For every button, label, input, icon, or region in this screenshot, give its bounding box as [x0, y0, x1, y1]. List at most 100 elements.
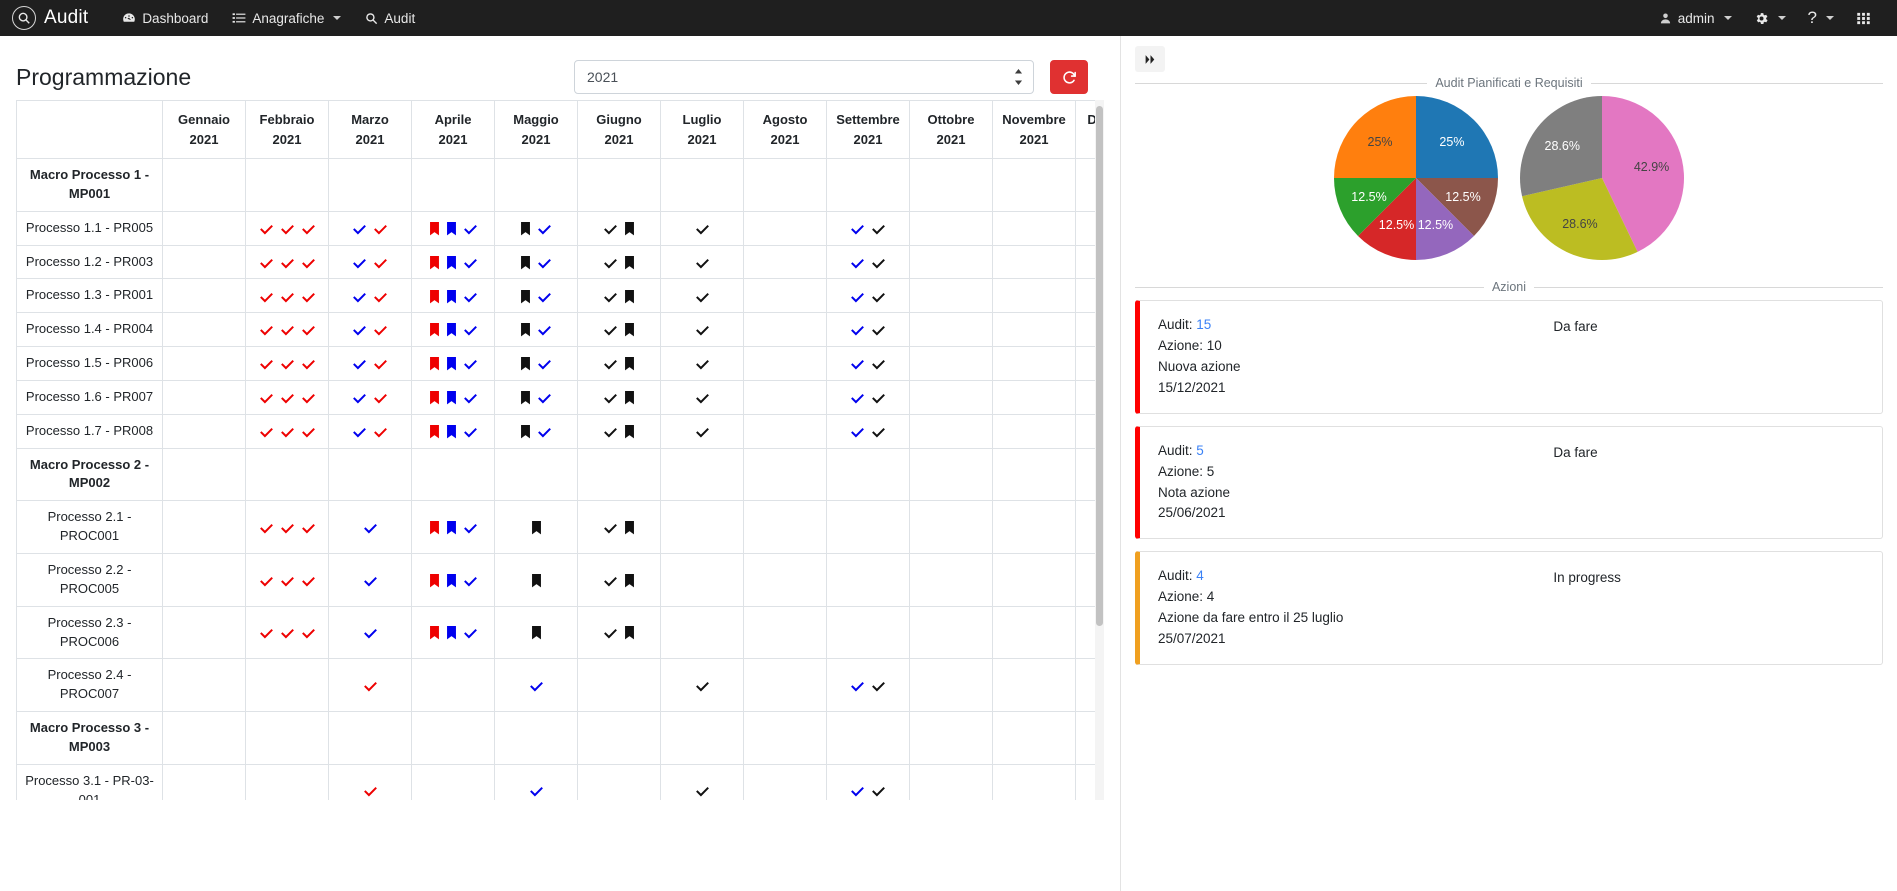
schedule-cell[interactable] [992, 500, 1076, 554]
schedule-cell[interactable] [245, 413, 329, 449]
check-icon[interactable] [301, 521, 316, 535]
schedule-cell[interactable] [992, 244, 1076, 280]
bookmark-icon[interactable] [520, 289, 531, 304]
nav-apps-menu[interactable] [1846, 5, 1881, 32]
check-icon[interactable] [850, 256, 865, 270]
schedule-cell[interactable] [826, 711, 910, 765]
schedule-cell[interactable] [411, 210, 495, 246]
bookmark-icon[interactable] [520, 357, 531, 371]
check-icon[interactable] [280, 323, 295, 337]
bookmark-icon[interactable] [624, 221, 635, 236]
check-icon[interactable] [352, 391, 367, 405]
schedule-cell[interactable] [328, 605, 412, 660]
table-row[interactable]: Processo 1.3 - PR001 [16, 278, 1104, 314]
check-icon[interactable] [537, 425, 552, 439]
schedule-cell[interactable] [494, 244, 578, 280]
check-icon[interactable] [537, 290, 552, 304]
check-icon[interactable] [301, 626, 316, 640]
schedule-cell[interactable] [660, 413, 744, 449]
check-icon[interactable] [363, 784, 378, 798]
bookmark-icon[interactable] [624, 289, 635, 304]
schedule-cell[interactable] [245, 658, 329, 713]
check-icon[interactable] [363, 521, 378, 535]
schedule-cell[interactable] [743, 158, 827, 212]
brand[interactable]: Audit [12, 6, 88, 30]
check-icon[interactable] [373, 425, 388, 439]
schedule-cell[interactable] [660, 500, 744, 554]
action-card[interactable]: Audit: 4 Azione: 4 Azione da fare entro il… [1135, 551, 1883, 666]
schedule-cell[interactable] [411, 244, 495, 280]
bookmark-icon[interactable] [429, 323, 440, 337]
table-row[interactable]: Processo 2.1 - PROC001 [16, 500, 1104, 554]
schedule-cell[interactable] [909, 312, 993, 348]
schedule-cell[interactable] [162, 658, 246, 713]
check-icon[interactable] [871, 222, 886, 236]
schedule-cell[interactable] [245, 500, 329, 554]
schedule-cell[interactable] [826, 379, 910, 415]
table-row[interactable]: Macro Processo 3 - MP003 [16, 711, 1104, 765]
bookmark-icon[interactable] [429, 424, 440, 439]
schedule-cell[interactable] [494, 711, 578, 765]
check-icon[interactable] [259, 256, 274, 270]
action-audit-id[interactable]: 5 [1193, 443, 1204, 458]
check-icon[interactable] [603, 323, 618, 337]
bookmark-icon[interactable] [446, 626, 457, 640]
bookmark-icon[interactable] [446, 391, 457, 405]
schedule-cell[interactable] [411, 658, 495, 713]
schedule-cell[interactable] [660, 158, 744, 212]
bookmark-icon[interactable] [624, 255, 635, 270]
bookmark-icon[interactable] [446, 221, 457, 236]
schedule-cell[interactable] [245, 605, 329, 660]
bookmark-icon[interactable] [429, 391, 440, 405]
check-icon[interactable] [695, 222, 710, 236]
check-icon[interactable] [850, 290, 865, 304]
schedule-cell[interactable] [992, 413, 1076, 449]
schedule-cell[interactable] [743, 658, 827, 713]
check-icon[interactable] [871, 357, 886, 371]
check-icon[interactable] [363, 626, 378, 640]
schedule-cell[interactable] [577, 711, 661, 765]
schedule-cell[interactable] [992, 447, 1076, 502]
schedule-cell[interactable] [328, 413, 412, 449]
schedule-cell[interactable] [577, 500, 661, 554]
action-audit-id[interactable]: 15 [1193, 317, 1211, 332]
schedule-cell[interactable] [660, 278, 744, 314]
check-icon[interactable] [301, 222, 316, 236]
schedule-cell[interactable] [494, 763, 578, 800]
schedule-cell[interactable] [826, 500, 910, 554]
schedule-cell[interactable] [743, 605, 827, 660]
schedule-cell[interactable] [245, 158, 329, 212]
check-icon[interactable] [871, 256, 886, 270]
check-icon[interactable] [259, 574, 274, 588]
check-icon[interactable] [850, 323, 865, 337]
schedule-cell[interactable] [162, 244, 246, 280]
check-icon[interactable] [301, 256, 316, 270]
schedule-cell[interactable] [494, 658, 578, 713]
pie-slice[interactable] [1334, 96, 1416, 178]
schedule-cell[interactable] [743, 447, 827, 502]
bookmark-icon[interactable] [446, 289, 457, 304]
schedule-cell[interactable] [411, 312, 495, 348]
check-icon[interactable] [352, 222, 367, 236]
schedule-cell[interactable] [992, 552, 1076, 607]
check-icon[interactable] [463, 521, 478, 535]
bookmark-icon[interactable] [520, 323, 531, 337]
check-icon[interactable] [695, 290, 710, 304]
bookmark-icon[interactable] [446, 323, 457, 337]
schedule-cell[interactable] [411, 500, 495, 554]
pie-chart-audit-pianificati[interactable]: 25% 12.5% 12.5% 12.5% 12.5% 25% [1334, 96, 1498, 260]
schedule-cell[interactable] [826, 278, 910, 314]
check-icon[interactable] [695, 425, 710, 439]
check-icon[interactable] [603, 626, 618, 640]
schedule-cell[interactable] [577, 210, 661, 246]
schedule-cell[interactable] [743, 312, 827, 348]
schedule-cell[interactable] [660, 210, 744, 246]
pie-slice[interactable] [1416, 96, 1498, 178]
schedule-cell[interactable] [328, 278, 412, 314]
schedule-cell[interactable] [909, 605, 993, 660]
check-icon[interactable] [259, 425, 274, 439]
schedule-cell[interactable] [245, 552, 329, 607]
schedule-cell[interactable] [411, 711, 495, 765]
check-icon[interactable] [352, 357, 367, 371]
schedule-cell[interactable] [577, 658, 661, 713]
